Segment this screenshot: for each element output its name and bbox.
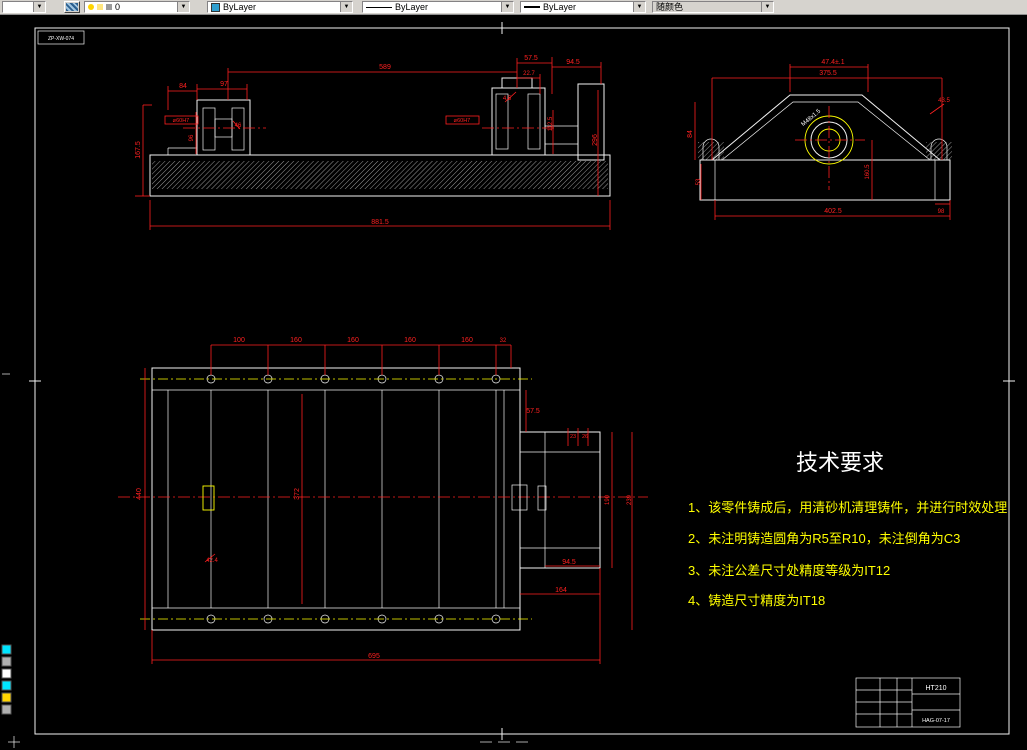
plan-dimension-texts: 100 160 160 160 160 32 57.5 23 26 372 440 42.4 94.5 1… — [136, 337, 633, 660]
tech-requirements-title: 技术要求 — [796, 450, 884, 475]
dimension-text: 296 — [592, 134, 599, 146]
dimension-text: 239 — [627, 494, 633, 505]
sheet-tag-text: ZP-XW-074 — [48, 36, 74, 42]
dimension-text: 160 — [461, 337, 473, 344]
tool-icon-6[interactable] — [1, 704, 12, 715]
lineweight-value: ByLayer — [543, 2, 577, 12]
dimension-text: 402.5 — [824, 208, 842, 215]
dimension-text: 167.5 — [135, 141, 142, 159]
lineweight-sample-icon — [524, 6, 540, 8]
dimension-text: 53 — [696, 178, 702, 185]
dimension-text: 43.5 — [938, 98, 950, 104]
dimension-text: 881.5 — [371, 219, 389, 226]
dimension-text: 22.7 — [523, 71, 535, 77]
bottom-marks — [2, 373, 528, 748]
dimension-text: 84 — [687, 130, 694, 138]
front-dimension-lines — [135, 57, 611, 230]
tool-icon-1[interactable] — [1, 644, 12, 655]
plotstyle-value: 随颜色 — [656, 2, 684, 12]
dimension-text: 97 — [220, 81, 228, 88]
dimension-text: 375.5 — [819, 70, 837, 77]
layers-icon — [66, 3, 78, 11]
dimension-text: 695 — [368, 653, 380, 660]
tech-requirement-1: 1、该零件铸成后，用清砂机清理铸件，并进行时效处理 — [688, 500, 1007, 515]
dimension-text: 57.5 — [526, 408, 540, 415]
dimension-text: 372 — [294, 488, 301, 500]
dimension-text: ⌀60H7 — [173, 118, 189, 124]
plan-dimension-lines — [144, 344, 633, 664]
end-view: 47.4±.1375.543.58453160.5402.5 98M48x1.5 — [687, 59, 952, 220]
tool-icon-2[interactable] — [1, 656, 12, 667]
dimension-text: 57.5 — [524, 55, 538, 62]
object-properties-toolbar: ▼ 0 ▼ ByLayer ▼ ByLayer ▼ ByLayer ▼ 随颜色 … — [0, 0, 1027, 15]
tech-requirement-4: 4、铸造尺寸精度为IT18 — [688, 593, 825, 608]
color-value: ByLayer — [223, 2, 257, 12]
dimension-text: ⌀60H7 — [454, 118, 470, 124]
linetype-value: ByLayer — [395, 2, 429, 12]
layer-combo[interactable]: 0 ▼ — [84, 1, 190, 13]
chevron-down-icon[interactable]: ▼ — [340, 2, 352, 12]
sheet-frame: ZP-XW-074 — [29, 22, 1015, 740]
front-dimension-texts: 589 57.5 94.5 22.7 84 97 4.5 46 167.5 96 296 112.5 8… — [135, 55, 599, 226]
lock-icon — [106, 4, 112, 10]
dimension-text: 160 — [290, 337, 302, 344]
cad-application-window: ▼ 0 ▼ ByLayer ▼ ByLayer ▼ ByLayer ▼ 随颜色 … — [0, 0, 1027, 750]
material-label: HT210 — [925, 685, 946, 692]
dimension-text: 32 — [500, 338, 507, 344]
chevron-down-icon[interactable]: ▼ — [501, 2, 513, 12]
dimension-text: 84 — [179, 83, 187, 90]
dimension-text: 100 — [233, 337, 245, 344]
tool-icon-4[interactable] — [1, 680, 12, 691]
dimension-text: 160 — [347, 337, 359, 344]
front-section-view: 589 57.5 94.5 22.7 84 97 4.5 46 167.5 96 296 112.5 8… — [135, 55, 611, 230]
linetype-sample-icon — [366, 6, 392, 8]
dimension-text: 42.4 — [206, 558, 218, 564]
dimension-text: 26 — [582, 434, 588, 440]
linetype-combo[interactable]: ByLayer ▼ — [362, 1, 514, 13]
dimension-text: 160.5 — [865, 164, 871, 180]
plan-view: 100 160 160 160 160 32 57.5 23 26 372 440 42.4 94.5 1… — [118, 337, 648, 664]
chevron-down-icon[interactable]: ▼ — [33, 2, 45, 12]
dimension-text: 94.5 — [566, 59, 580, 66]
color-combo[interactable]: ByLayer ▼ — [207, 1, 353, 13]
dimension-text: 47.4±.1 — [821, 59, 844, 66]
tool-icon-3[interactable] — [1, 668, 12, 679]
layers-dialog-button[interactable] — [64, 1, 80, 13]
dimension-text: 4.5 — [503, 96, 512, 102]
tech-requirement-3: 3、未注公差尺寸处精度等级为IT12 — [688, 563, 890, 578]
dimension-text: 98 — [938, 209, 945, 215]
dimension-text: 589 — [379, 64, 391, 71]
dimension-text: 190 — [605, 494, 611, 505]
dimension-text: 440 — [136, 488, 143, 500]
plotstyle-combo[interactable]: 随颜色 ▼ — [652, 1, 774, 13]
tool-icon-5[interactable] — [1, 692, 12, 703]
drawing-svg[interactable]: ZP-XW-074 58957.594.522.784 974.546167.5… — [0, 14, 1027, 750]
dimension-text: 164 — [555, 587, 567, 594]
dimension-text: 160 — [404, 337, 416, 344]
dimension-text: 46 — [235, 123, 242, 129]
sun-icon — [97, 4, 103, 10]
technical-requirements: 技术要求 1、该零件铸成后，用清砂机清理铸件，并进行时效处理 2、未注明铸造圆角… — [688, 450, 1007, 608]
edge-combo[interactable]: ▼ — [2, 1, 46, 13]
dimension-text: 94.5 — [562, 559, 576, 566]
title-block: HT210 HAG-07-17 — [855, 677, 961, 728]
color-swatch-icon — [211, 2, 220, 12]
left-rail-icons[interactable] — [1, 644, 12, 715]
chevron-down-icon[interactable]: ▼ — [177, 2, 189, 12]
chevron-down-icon[interactable]: ▼ — [633, 2, 645, 12]
layer-name: 0 — [115, 2, 121, 12]
dimension-text: 112.5 — [548, 116, 554, 131]
lightbulb-icon — [88, 4, 94, 10]
dimension-text: 23 — [570, 434, 576, 440]
tech-requirement-2: 2、未注明铸造圆角为R5至R10，未注倒角为C3 — [688, 531, 960, 546]
drawing-code: HAG-07-17 — [922, 718, 950, 724]
dimension-text: 96 — [189, 134, 195, 141]
drawing-canvas[interactable]: ZP-XW-074 589 57.5 94.5 22.7 84 97 4.5 4… — [0, 14, 1027, 750]
lineweight-combo[interactable]: ByLayer ▼ — [520, 1, 646, 13]
chevron-down-icon[interactable]: ▼ — [761, 2, 773, 12]
